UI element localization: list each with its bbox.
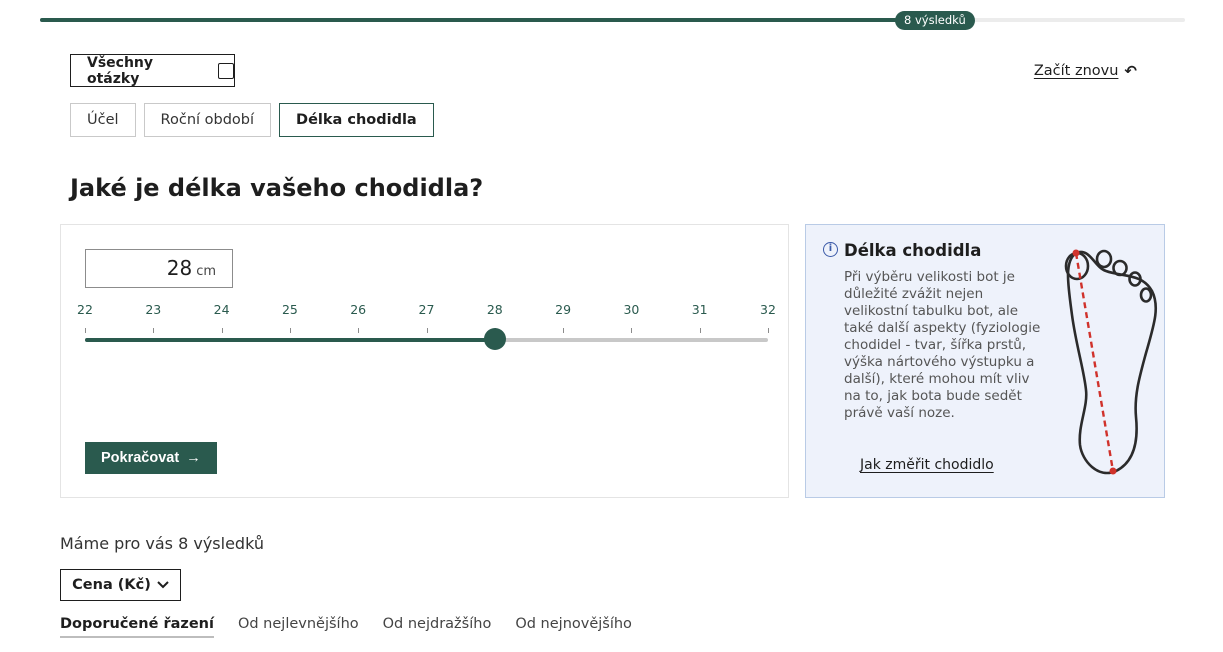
toe-5-shape: [1139, 287, 1153, 303]
tick-mark: [631, 328, 633, 333]
tick-label: 27: [418, 302, 435, 317]
tick-mark: [699, 328, 701, 333]
sort-options: Doporučené řazení Od nejlevnějšího Od ne…: [60, 616, 632, 638]
all-questions-toggle[interactable]: Všechny otázky: [70, 54, 235, 87]
slider-fill: [85, 338, 495, 342]
tick-mark: [153, 328, 155, 333]
checkbox-icon[interactable]: [218, 62, 234, 79]
all-questions-label: Všechny otázky: [87, 54, 154, 87]
sort-cheapest[interactable]: Od nejlevnějšího: [238, 616, 359, 638]
tick-label: 28: [486, 302, 503, 317]
undo-arrow-icon: ↶: [1124, 62, 1137, 80]
info-title: Délka chodidla: [844, 241, 982, 260]
tick-label: 25: [281, 302, 298, 317]
results-summary: Máme pro vás 8 výsledků: [60, 534, 264, 553]
tick-label: 24: [213, 302, 230, 317]
tab-delka-chodidla[interactable]: Délka chodidla: [279, 103, 434, 137]
chevron-down-icon: [157, 581, 169, 589]
tab-rocni-obdobi[interactable]: Roční období: [143, 103, 272, 137]
restart-link[interactable]: Začít znovu ↶: [1034, 62, 1137, 80]
tick-mark: [768, 328, 769, 333]
tick-mark: [426, 328, 428, 333]
tick-label: 23: [145, 302, 162, 317]
measure-point-bottom: [1109, 467, 1117, 475]
tick-mark: [221, 328, 223, 333]
toe-3-shape: [1112, 259, 1128, 277]
foot-length-card: 28 cm 22 23 24 25 26 27 28 29 30 31 32 Pokračovat →: [60, 224, 789, 498]
tick-mark: [289, 328, 291, 333]
info-icon: i: [823, 242, 838, 257]
arrow-right-icon: →: [186, 450, 201, 466]
sort-most-expensive[interactable]: Od nejdražšího: [383, 616, 492, 638]
tick-label: 22: [77, 302, 93, 317]
info-panel: i Délka chodidla Při výběru velikosti bo…: [805, 224, 1165, 498]
restart-label: Začít znovu: [1033, 63, 1119, 79]
tick-label: 30: [623, 302, 640, 317]
slider-handle[interactable]: [483, 328, 506, 350]
measure-point-top: [1072, 249, 1080, 257]
how-to-measure-link[interactable]: Jak změřit chodidlo: [860, 457, 994, 473]
price-filter-label: Cena (Kč): [72, 577, 151, 593]
tick-label: 32: [760, 302, 776, 317]
tab-ucel[interactable]: Účel: [70, 103, 136, 137]
tick-label: 31: [691, 302, 708, 317]
question-title: Jaké je délka vašeho chodidla?: [70, 174, 484, 202]
results-count-badge: 8 výsledků: [895, 11, 975, 30]
tick-mark: [563, 328, 565, 333]
tick-label: 26: [350, 302, 367, 317]
continue-button[interactable]: Pokračovat →: [85, 442, 217, 474]
foot-outline-illustration: [1064, 249, 1158, 475]
sort-recommended[interactable]: Doporučené řazení: [60, 616, 214, 638]
progress-fill: [40, 18, 934, 22]
toe-2-shape: [1095, 249, 1113, 269]
info-text: Při výběru velikosti bot je důležité zvá…: [844, 269, 1041, 421]
tick-mark: [358, 328, 360, 333]
price-filter-dropdown[interactable]: Cena (Kč): [60, 569, 181, 601]
sort-newest[interactable]: Od nejnovějšího: [515, 616, 632, 638]
continue-label: Pokračovat: [101, 450, 180, 466]
question-tabs: Účel Roční období Délka chodidla: [70, 103, 434, 137]
tick-mark: [85, 328, 86, 333]
progress-bar: [40, 18, 1185, 22]
tick-label: 29: [555, 302, 572, 317]
